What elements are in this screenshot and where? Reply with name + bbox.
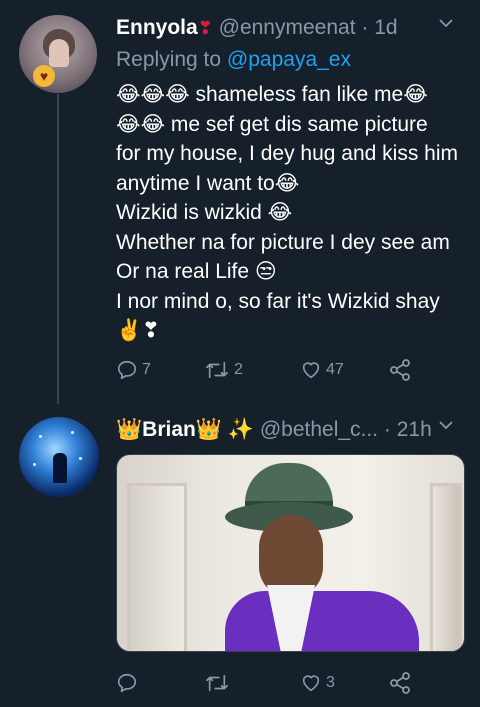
heart-eyes-emoji-icon: ♥: [33, 65, 55, 87]
tweet-header: Ennyola❣ @ennymeenat · 1d: [116, 16, 470, 44]
display-name[interactable]: 👑Brian👑: [116, 418, 222, 441]
tweet-text: 😂😂😂 shameless fan like me😂 😂😂 me sef get…: [116, 80, 476, 346]
retweet-count: 2: [234, 361, 243, 378]
display-name[interactable]: Ennyola: [116, 16, 198, 39]
reply-button[interactable]: 7: [116, 357, 151, 383]
replying-to: Replying to @papaya_ex: [116, 48, 351, 71]
share-icon: [390, 359, 410, 381]
timestamp[interactable]: 1d: [374, 16, 397, 39]
tweet-text-line: for my house, I dey hug and kiss him: [116, 142, 458, 165]
like-count: 3: [326, 674, 335, 691]
tweet[interactable]: 👑Brian👑 ✨ @bethel_c... · 21h 3: [0, 400, 480, 707]
silhouette-figure: [53, 453, 67, 483]
tweet-text-line: 😂😂😂 shameless fan like me😂: [116, 83, 428, 106]
tweet-actions: 7 2 47: [116, 357, 456, 383]
share-button[interactable]: [388, 357, 412, 383]
reply-icon: [117, 673, 137, 693]
user-handle[interactable]: @ennymeenat: [219, 16, 356, 39]
share-button[interactable]: [388, 670, 412, 696]
sparkles-emoji: ✨: [227, 418, 254, 441]
reply-target-link[interactable]: @papaya_ex: [227, 48, 351, 71]
like-button[interactable]: 47: [300, 357, 344, 383]
separator-dot: ·: [383, 418, 391, 441]
tweet-image[interactable]: [116, 454, 465, 652]
retweet-icon: [206, 361, 228, 379]
avatar[interactable]: [19, 417, 99, 497]
chevron-down-icon[interactable]: [438, 418, 454, 436]
thread-connector-line: [57, 94, 59, 404]
reply-button[interactable]: [116, 670, 142, 696]
reply-count: 7: [142, 361, 151, 378]
heart-icon: [302, 362, 320, 379]
purple-suit: [225, 591, 419, 651]
separator-dot: ·: [361, 16, 369, 39]
avatar[interactable]: ♥: [19, 15, 97, 93]
retweet-icon: [206, 674, 228, 692]
tweet-header: 👑Brian👑 ✨ @bethel_c... · 21h: [116, 418, 470, 446]
tweet[interactable]: ♥ Ennyola❣ @ennymeenat · 1d Replying to …: [0, 0, 480, 404]
tweet-text-line: Whether na for picture I dey see am: [116, 230, 450, 254]
person-face: [259, 515, 323, 597]
like-count: 47: [326, 361, 344, 378]
heart-icon: [302, 675, 320, 692]
reply-icon: [117, 360, 137, 380]
tweet-actions: 3: [116, 670, 456, 696]
heart-emoji: ❣: [197, 18, 213, 38]
share-icon: [390, 672, 410, 694]
tweet-text-line: Or na real Life 😒: [116, 260, 277, 283]
tweet-text-line: anytime I want to😂: [116, 171, 300, 195]
retweet-button[interactable]: 2: [204, 357, 243, 383]
tweet-text-line: ✌️❣: [116, 319, 160, 342]
user-handle[interactable]: @bethel_c...: [260, 418, 378, 441]
timestamp[interactable]: 21h: [397, 418, 432, 441]
tweet-text-line: I nor mind o, so far it's Wizkid shay: [116, 289, 440, 313]
like-button[interactable]: 3: [300, 670, 335, 696]
retweet-button[interactable]: [204, 670, 234, 696]
tweet-text-line: Wizkid is wizkid 😂: [116, 201, 293, 224]
tweet-text-line: 😂😂 me sef get dis same picture: [116, 112, 428, 136]
chevron-down-icon[interactable]: [438, 16, 454, 34]
